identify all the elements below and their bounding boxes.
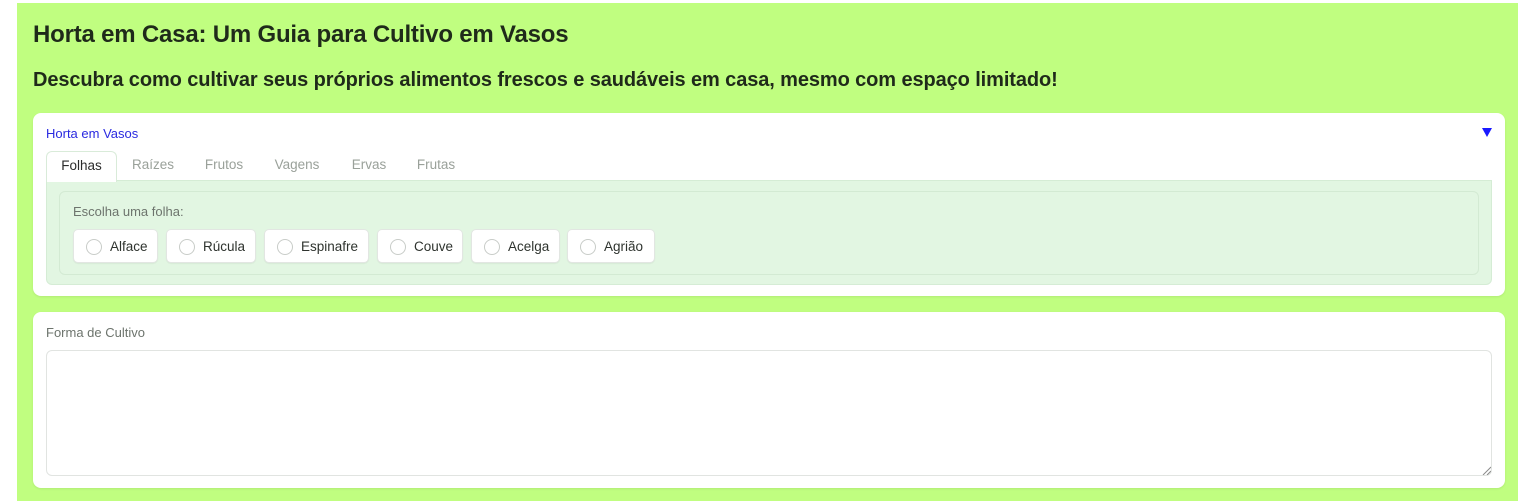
radio-option-label: Acelga: [508, 239, 550, 254]
app-container: Horta em Casa: Um Guia para Cultivo em V…: [17, 3, 1518, 501]
accordion-horta-em-vasos: Horta em Vasos Folhas Raízes Frutos Vage…: [33, 113, 1505, 296]
radio-circle-icon[interactable]: [390, 239, 406, 255]
radio-circle-icon[interactable]: [277, 239, 293, 255]
tab-vagens[interactable]: Vagens: [262, 151, 332, 181]
radio-circle-icon[interactable]: [484, 239, 500, 255]
accordion-label[interactable]: Horta em Vasos: [46, 126, 138, 141]
tab-frutas[interactable]: Frutas: [404, 151, 468, 181]
radio-option-label: Rúcula: [203, 239, 246, 254]
radio-option-label: Alface: [110, 239, 148, 254]
output-textarea[interactable]: [46, 350, 1492, 476]
radio-group-label: Escolha uma folha:: [73, 204, 184, 219]
radio-option-agriao[interactable]: Agrião: [567, 229, 655, 263]
radio-circle-icon[interactable]: [580, 239, 596, 255]
tab-ervas[interactable]: Ervas: [338, 151, 400, 181]
tab-raizes[interactable]: Raízes: [120, 151, 186, 181]
radio-group-folha: Escolha uma folha: Alface Rúcula Espinaf…: [59, 191, 1479, 275]
radio-option-couve[interactable]: Couve: [377, 229, 463, 263]
tab-panel-folhas: Escolha uma folha: Alface Rúcula Espinaf…: [46, 180, 1492, 285]
page-title: Horta em Casa: Um Guia para Cultivo em V…: [33, 21, 569, 48]
radio-option-label: Couve: [414, 239, 454, 254]
radio-option-label: Agrião: [604, 239, 644, 254]
output-label: Forma de Cultivo: [46, 325, 145, 340]
radio-option-acelga[interactable]: Acelga: [471, 229, 560, 263]
radio-circle-icon[interactable]: [179, 239, 195, 255]
radio-option-rucula[interactable]: Rúcula: [166, 229, 256, 263]
tab-folhas[interactable]: Folhas: [46, 151, 117, 182]
radio-option-alface[interactable]: Alface: [73, 229, 158, 263]
output-forma-de-cultivo: Forma de Cultivo: [33, 312, 1505, 488]
tab-frutos[interactable]: Frutos: [190, 151, 258, 181]
page-subtitle: Descubra como cultivar seus próprios ali…: [33, 69, 1058, 91]
radio-option-espinafre[interactable]: Espinafre: [264, 229, 369, 263]
tab-bar: Folhas Raízes Frutos Vagens Ervas Frutas: [46, 151, 1492, 182]
resize-handle-icon[interactable]: [1481, 465, 1491, 475]
radio-circle-icon[interactable]: [86, 239, 102, 255]
radio-option-label: Espinafre: [301, 239, 359, 254]
triangle-down-icon[interactable]: [1481, 126, 1493, 138]
